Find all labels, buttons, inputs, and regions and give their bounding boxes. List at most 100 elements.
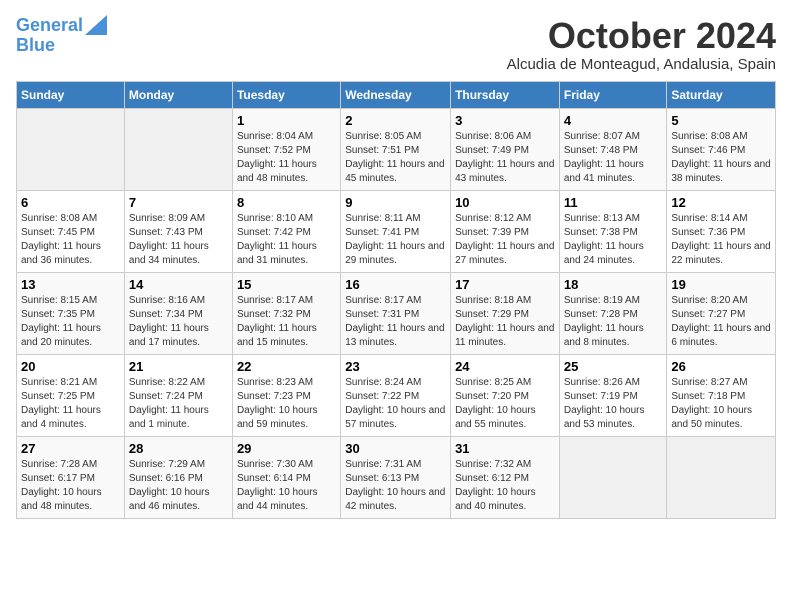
day-detail: Sunrise: 8:09 AMSunset: 7:43 PMDaylight:… [129, 212, 228, 268]
calendar-cell: 17 Sunrise: 8:18 AMSunset: 7:29 PMDayligh… [451, 272, 560, 354]
day-number: 7 [129, 195, 228, 210]
calendar-cell: 9Sunrise: 8:11 AMSunset: 7:41 PMDaylight… [341, 190, 451, 272]
day-detail: Sunrise: 8:08 AMSunset: 7:45 PMDaylight:… [21, 212, 120, 268]
calendar-cell: 24 Sunrise: 8:25 AMSunset: 7:20 PMDayligh… [451, 354, 560, 436]
calendar-cell: 14Sunrise: 8:16 AMSunset: 7:34 PMDayligh… [124, 272, 232, 354]
day-detail: Sunrise: 8:21 AMSunset: 7:25 PMDaylight:… [21, 376, 120, 432]
day-number: 20 [21, 359, 120, 374]
day-header-monday: Monday [124, 81, 232, 108]
calendar-body: 1Sunrise: 8:04 AMSunset: 7:52 PMDaylight… [17, 108, 776, 518]
calendar-cell: 11 Sunrise: 8:13 AMSunset: 7:38 PMDayligh… [559, 190, 667, 272]
week-row-3: 13 Sunrise: 8:15 AMSunset: 7:35 PMDayligh… [17, 272, 776, 354]
day-number: 8 [237, 195, 336, 210]
day-number: 28 [129, 441, 228, 456]
day-detail: Sunrise: 7:31 AMSunset: 6:13 PMDaylight:… [345, 458, 446, 514]
day-detail: Sunrise: 8:06 AMSunset: 7:49 PMDaylight:… [455, 130, 555, 186]
day-number: 31 [455, 441, 555, 456]
day-number: 10 [455, 195, 555, 210]
calendar-cell: 2 Sunrise: 8:05 AMSunset: 7:51 PMDaylight… [341, 108, 451, 190]
calendar-cell: 13 Sunrise: 8:15 AMSunset: 7:35 PMDayligh… [17, 272, 125, 354]
calendar-cell: 7 Sunrise: 8:09 AMSunset: 7:43 PMDaylight… [124, 190, 232, 272]
day-number: 29 [237, 441, 336, 456]
day-detail: Sunrise: 8:08 AMSunset: 7:46 PMDaylight:… [671, 130, 771, 186]
calendar-cell [124, 108, 232, 190]
calendar-cell: 22Sunrise: 8:23 AMSunset: 7:23 PMDayligh… [232, 354, 340, 436]
day-number: 3 [455, 113, 555, 128]
day-detail: Sunrise: 8:23 AMSunset: 7:23 PMDaylight:… [237, 376, 336, 432]
day-number: 11 [564, 195, 663, 210]
day-number: 25 [564, 359, 663, 374]
day-detail: Sunrise: 7:29 AMSunset: 6:16 PMDaylight:… [129, 458, 228, 514]
month-title: October 2024 [507, 16, 776, 56]
calendar-cell: 16 Sunrise: 8:17 AMSunset: 7:31 PMDayligh… [341, 272, 451, 354]
day-detail: Sunrise: 7:30 AMSunset: 6:14 PMDaylight:… [237, 458, 336, 514]
day-number: 1 [237, 113, 336, 128]
day-detail: Sunrise: 7:32 AMSunset: 6:12 PMDaylight:… [455, 458, 555, 514]
day-detail: Sunrise: 8:14 AMSunset: 7:36 PMDaylight:… [671, 212, 771, 268]
day-detail: Sunrise: 8:13 AMSunset: 7:38 PMDaylight:… [564, 212, 663, 268]
calendar-cell: 26 Sunrise: 8:27 AMSunset: 7:18 PMDayligh… [667, 354, 776, 436]
day-number: 5 [671, 113, 771, 128]
day-number: 4 [564, 113, 663, 128]
day-detail: Sunrise: 8:17 AMSunset: 7:31 PMDaylight:… [345, 294, 446, 350]
week-row-1: 1Sunrise: 8:04 AMSunset: 7:52 PMDaylight… [17, 108, 776, 190]
calendar-cell: 31 Sunrise: 7:32 AMSunset: 6:12 PMDayligh… [451, 436, 560, 518]
calendar-cell [17, 108, 125, 190]
day-detail: Sunrise: 8:27 AMSunset: 7:18 PMDaylight:… [671, 376, 771, 432]
day-detail: Sunrise: 8:20 AMSunset: 7:27 PMDaylight:… [671, 294, 771, 350]
logo: General Blue [16, 16, 107, 56]
week-row-4: 20 Sunrise: 8:21 AMSunset: 7:25 PMDayligh… [17, 354, 776, 436]
day-number: 16 [345, 277, 446, 292]
day-number: 18 [564, 277, 663, 292]
calendar-cell: 28 Sunrise: 7:29 AMSunset: 6:16 PMDayligh… [124, 436, 232, 518]
day-detail: Sunrise: 8:25 AMSunset: 7:20 PMDaylight:… [455, 376, 555, 432]
day-detail: Sunrise: 7:28 AMSunset: 6:17 PMDaylight:… [21, 458, 120, 514]
day-detail: Sunrise: 8:05 AMSunset: 7:51 PMDaylight:… [345, 130, 446, 186]
calendar-cell: 6 Sunrise: 8:08 AMSunset: 7:45 PMDaylight… [17, 190, 125, 272]
day-number: 6 [21, 195, 120, 210]
day-number: 30 [345, 441, 446, 456]
day-detail: Sunrise: 8:22 AMSunset: 7:24 PMDaylight:… [129, 376, 228, 432]
day-number: 27 [21, 441, 120, 456]
day-number: 23 [345, 359, 446, 374]
calendar-cell: 3 Sunrise: 8:06 AMSunset: 7:49 PMDaylight… [451, 108, 560, 190]
day-number: 24 [455, 359, 555, 374]
page-header: General Blue October 2024 Alcudia de Mon… [16, 16, 776, 73]
day-detail: Sunrise: 8:18 AMSunset: 7:29 PMDaylight:… [455, 294, 555, 350]
day-detail: Sunrise: 8:17 AMSunset: 7:32 PMDaylight:… [237, 294, 336, 350]
day-detail: Sunrise: 8:15 AMSunset: 7:35 PMDaylight:… [21, 294, 120, 350]
calendar-cell: 27 Sunrise: 7:28 AMSunset: 6:17 PMDayligh… [17, 436, 125, 518]
calendar-cell: 20 Sunrise: 8:21 AMSunset: 7:25 PMDayligh… [17, 354, 125, 436]
calendar-cell: 21Sunrise: 8:22 AMSunset: 7:24 PMDayligh… [124, 354, 232, 436]
day-number: 14 [129, 277, 228, 292]
calendar-cell: 10Sunrise: 8:12 AMSunset: 7:39 PMDayligh… [451, 190, 560, 272]
calendar-header: SundayMondayTuesdayWednesdayThursdayFrid… [17, 81, 776, 108]
calendar-table: SundayMondayTuesdayWednesdayThursdayFrid… [16, 81, 776, 519]
day-detail: Sunrise: 8:07 AMSunset: 7:48 PMDaylight:… [564, 130, 663, 186]
day-detail: Sunrise: 8:19 AMSunset: 7:28 PMDaylight:… [564, 294, 663, 350]
logo-icon [85, 15, 107, 35]
calendar-cell: 5 Sunrise: 8:08 AMSunset: 7:46 PMDaylight… [667, 108, 776, 190]
day-number: 26 [671, 359, 771, 374]
day-number: 2 [345, 113, 446, 128]
calendar-cell: 23Sunrise: 8:24 AMSunset: 7:22 PMDayligh… [341, 354, 451, 436]
day-number: 13 [21, 277, 120, 292]
day-header-friday: Friday [559, 81, 667, 108]
calendar-cell: 8Sunrise: 8:10 AMSunset: 7:42 PMDaylight… [232, 190, 340, 272]
calendar-cell: 19 Sunrise: 8:20 AMSunset: 7:27 PMDayligh… [667, 272, 776, 354]
title-block: October 2024 Alcudia de Monteagud, Andal… [507, 16, 776, 73]
day-header-thursday: Thursday [451, 81, 560, 108]
day-number: 17 [455, 277, 555, 292]
week-row-2: 6 Sunrise: 8:08 AMSunset: 7:45 PMDaylight… [17, 190, 776, 272]
day-detail: Sunrise: 8:11 AMSunset: 7:41 PMDaylight:… [345, 212, 446, 268]
day-number: 19 [671, 277, 771, 292]
day-number: 15 [237, 277, 336, 292]
logo-blue-text: Blue [16, 36, 107, 56]
calendar-cell: 4 Sunrise: 8:07 AMSunset: 7:48 PMDaylight… [559, 108, 667, 190]
day-header-wednesday: Wednesday [341, 81, 451, 108]
calendar-cell: 15 Sunrise: 8:17 AMSunset: 7:32 PMDayligh… [232, 272, 340, 354]
calendar-cell: 30 Sunrise: 7:31 AMSunset: 6:13 PMDayligh… [341, 436, 451, 518]
day-header-saturday: Saturday [667, 81, 776, 108]
logo-text: General [16, 16, 83, 36]
calendar-cell: 18 Sunrise: 8:19 AMSunset: 7:28 PMDayligh… [559, 272, 667, 354]
